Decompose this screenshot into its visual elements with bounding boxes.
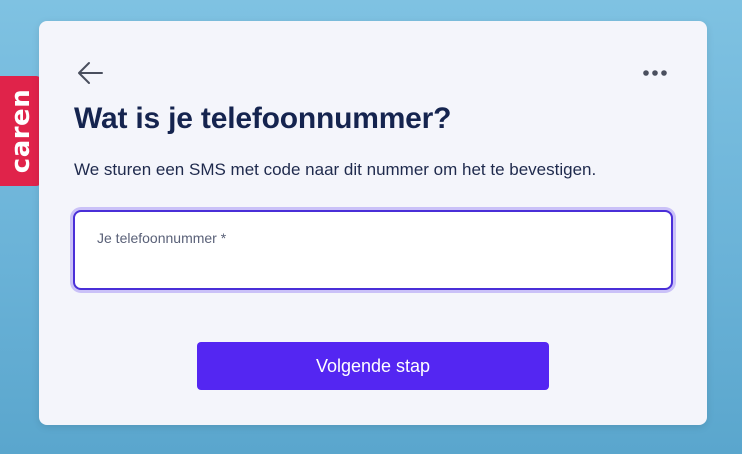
next-step-button[interactable]: Volgende stap [197,342,549,390]
phone-number-card: Wat is je telefoonnummer? We sturen een … [39,21,707,425]
phone-number-input[interactable] [95,252,645,280]
brand-logo: caren [6,88,36,174]
more-options-button[interactable] [639,61,671,85]
phone-number-field[interactable]: Je telefoonnummer * [73,210,673,290]
back-button[interactable] [75,59,105,87]
arrow-left-icon [78,62,103,84]
phone-number-label: Je telefoonnummer * [97,230,227,246]
brand-tab: caren [0,76,42,186]
page-title: Wat is je telefoonnummer? [74,102,452,135]
page-subtitle: We sturen een SMS met code naar dit numm… [74,160,597,179]
more-horizontal-icon [643,70,667,76]
